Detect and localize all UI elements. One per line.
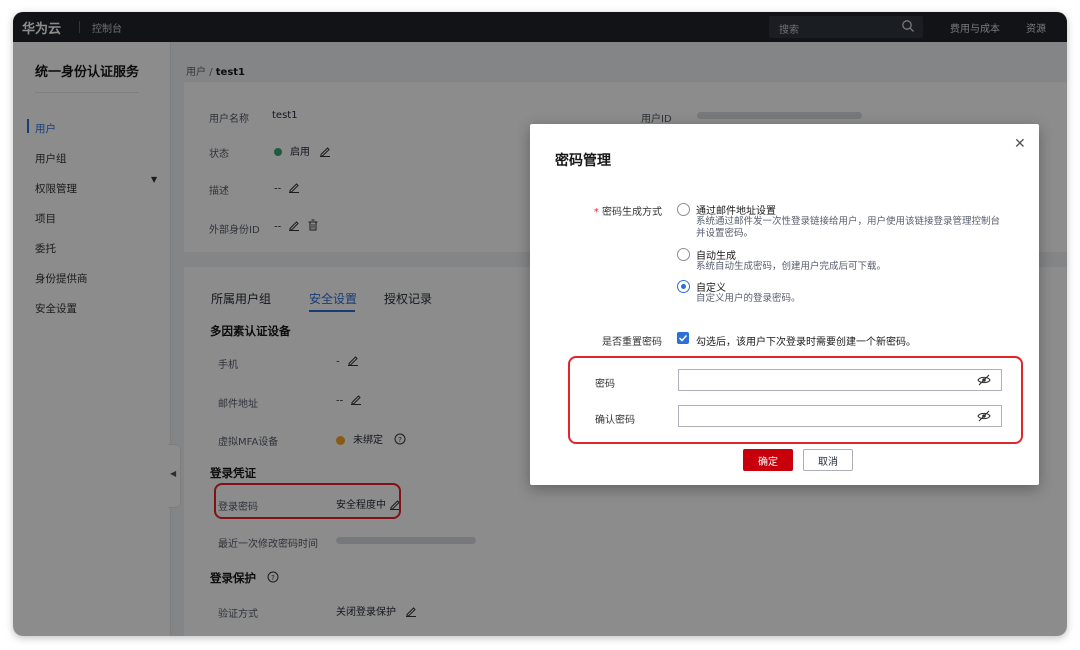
option-custom-desc: 自定义用户的登录密码。 [696,293,801,304]
radio-auto-generate[interactable] [677,248,690,261]
dialog-title: 密码管理 [555,153,611,169]
gen-method-label-text: 密码生成方式 [602,207,662,218]
radio-email-setup[interactable] [677,203,690,216]
confirm-button[interactable]: 确定 [743,449,793,471]
reset-password-text: 勾选后，该用户下次登录时需要创建一个新密码。 [696,337,916,348]
option-custom-title[interactable]: 自定义 [696,279,726,294]
password-label: 密码 [595,379,615,390]
option-auto-desc: 系统自动生成密码，创建用户完成后可下载。 [696,261,887,272]
confirm-password-label: 确认密码 [595,415,635,426]
confirm-password-input[interactable] [678,405,1002,427]
app-window: 华为云 控制台 搜索 费用与成本 资源 统一身份认证服务 用户 用户组 权限管理… [13,12,1067,636]
reset-password-checkbox[interactable] [677,332,689,344]
close-icon[interactable]: ✕ [1014,136,1026,152]
required-asterisk: * [593,207,602,218]
password-input[interactable] [678,369,1002,391]
password-management-dialog: 密码管理 ✕ * 密码生成方式 通过邮件地址设置 系统通过邮件发一次性登录链接给… [530,124,1039,485]
radio-custom[interactable] [677,280,690,293]
eye-off-icon[interactable] [977,410,991,425]
reset-password-label: 是否重置密码 [602,337,662,348]
gen-method-label: * 密码生成方式 [582,203,662,218]
option-email-desc: 系统通过邮件发一次性登录链接给用户，用户使用该链接登录管理控制台 [696,216,1001,227]
option-auto-title[interactable]: 自动生成 [696,247,736,262]
option-email-desc-2: 并设置密码。 [696,228,754,239]
option-email-title[interactable]: 通过邮件地址设置 [696,202,776,217]
cancel-button[interactable]: 取消 [803,449,853,471]
eye-off-icon[interactable] [977,374,991,389]
